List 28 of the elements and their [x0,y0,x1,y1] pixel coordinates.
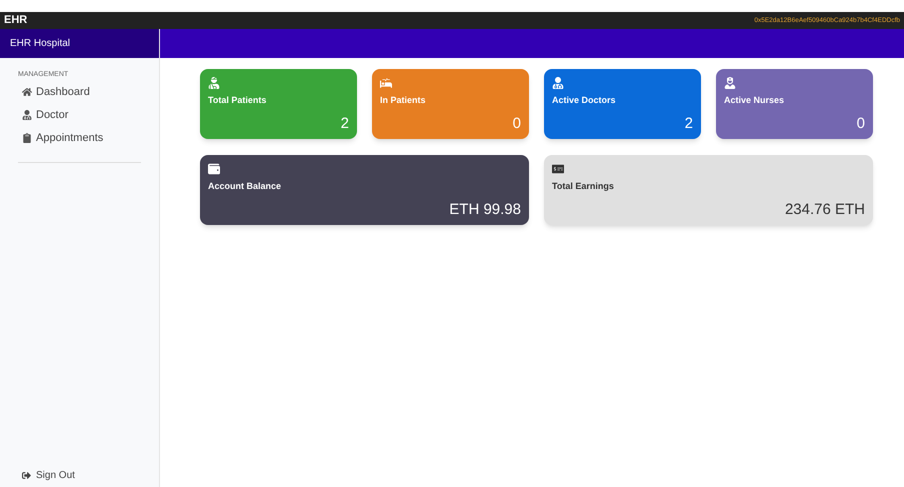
stat-label: Account Balance [208,182,282,191]
window-title: EHR [4,13,28,28]
stat-value: 2 [684,116,693,131]
sidebar-item[interactable]: Appointments [18,126,141,150]
item-icon [22,133,32,143]
sidebar-item[interactable]: Doctor [18,104,141,126]
stat-value: ETH 99.98 [449,202,521,217]
stat-label: In Patients [380,96,427,105]
money-check-icon [552,163,564,175]
item-icon [22,110,32,120]
stat-label: Total Earnings [552,182,615,191]
bed-icon [380,77,392,89]
stat-value: 234.76 ETH [784,202,865,217]
stat-label: Total Patients [208,96,268,105]
stat-value: 0 [856,116,865,131]
sidebar-item[interactable]: Dashboard [18,80,141,104]
stat-value: 2 [340,116,349,131]
wallet-icon [208,163,220,175]
stat-value: 0 [512,116,521,131]
sign-out-link[interactable]: Sign Out [22,468,159,483]
stat-label: Active Doctors [552,96,617,105]
item-icon [22,87,32,97]
brand-name: EHR Hospital [10,37,70,51]
sign-out-icon [22,471,31,480]
nurse-icon [724,77,736,89]
patient-icon [208,77,220,89]
stat-label: Active Nurses [724,96,786,105]
doctor-icon [552,77,564,89]
